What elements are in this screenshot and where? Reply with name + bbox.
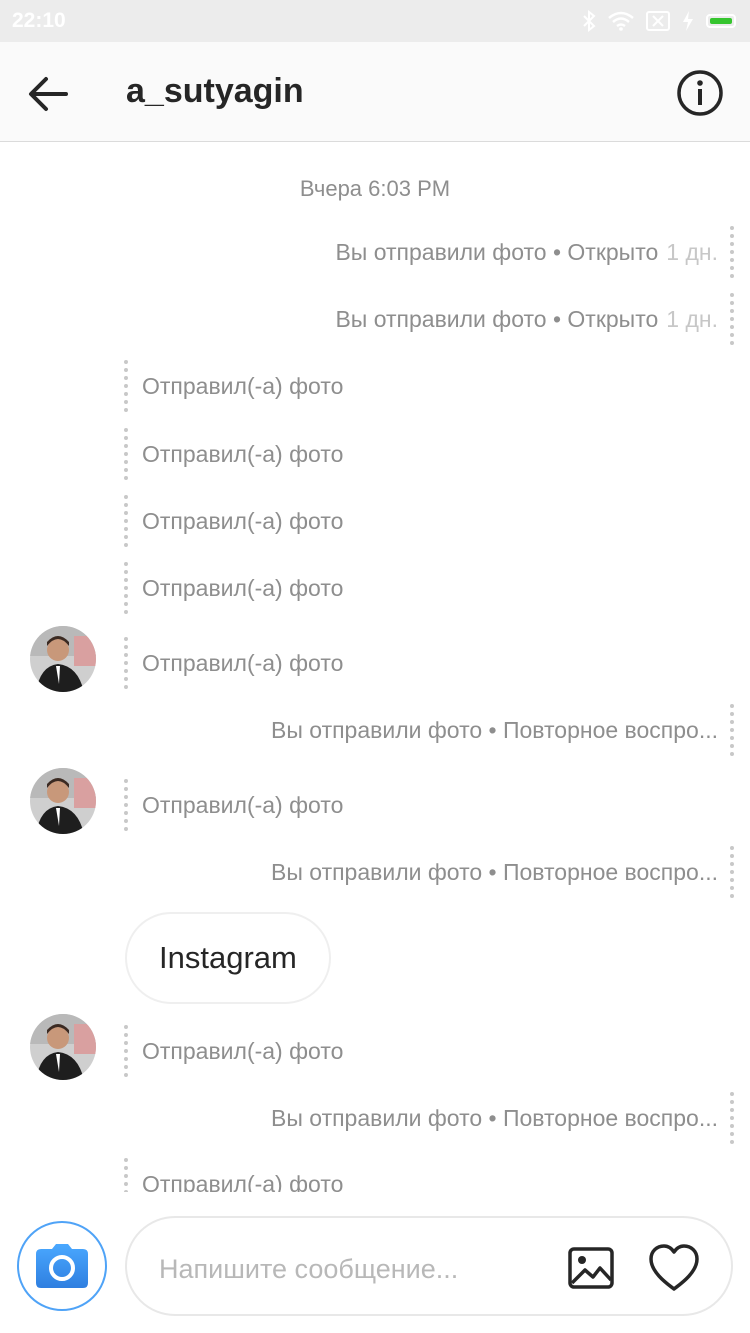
- back-button[interactable]: [24, 70, 72, 118]
- message-divider: [124, 428, 128, 480]
- message-text: Вы отправили фото • Открыто: [335, 305, 659, 332]
- avatar[interactable]: [30, 768, 96, 834]
- info-icon: [677, 70, 723, 116]
- sent-message[interactable]: Вы отправили фото • Повторное воспро...: [271, 1092, 734, 1144]
- avatar-photo: [30, 626, 96, 692]
- message-divider: [730, 226, 734, 278]
- received-message[interactable]: Отправил(-а) фото: [124, 360, 343, 412]
- received-message[interactable]: Отправил(-а) фото: [124, 1158, 343, 1192]
- message-text: Отправил(-а) фото: [142, 574, 344, 601]
- avatar-photo: [30, 768, 96, 834]
- message-text: Вы отправили фото • Повторное воспро...: [271, 858, 718, 885]
- received-message[interactable]: Отправил(-а) фото: [124, 637, 343, 689]
- charging-icon: [683, 11, 693, 31]
- message-age: 1 дн.: [666, 305, 718, 332]
- message-divider: [124, 1025, 128, 1077]
- gallery-button[interactable]: [567, 1244, 615, 1292]
- back-arrow-icon: [29, 77, 68, 111]
- info-button[interactable]: [675, 68, 725, 118]
- status-bar: 22:10: [0, 0, 750, 42]
- message-composer: [0, 1192, 750, 1333]
- message-age: 1 дн.: [666, 238, 718, 265]
- message-divider: [124, 1158, 128, 1192]
- message-text: Отправил(-а) фото: [142, 507, 344, 534]
- thread-timestamp: Вчера 6:03 PM: [299, 176, 451, 201]
- message-divider: [124, 360, 128, 412]
- message-text: Отправил(-а) фото: [142, 372, 344, 399]
- message-divider: [124, 637, 128, 689]
- status-time: 22:10: [12, 9, 66, 32]
- message-divider: [124, 495, 128, 547]
- text-message-bubble[interactable]: Instagram: [125, 912, 331, 1004]
- message-divider: [730, 1092, 734, 1144]
- message-text: Отправил(-а) фото: [142, 440, 344, 467]
- message-text: Вы отправили фото • Повторное воспро...: [271, 716, 718, 743]
- message-text: Отправил(-а) фото: [142, 1037, 344, 1064]
- message-text: Вы отправили фото • Открыто: [335, 238, 659, 265]
- received-message[interactable]: Отправил(-а) фото: [124, 779, 343, 831]
- message-text: Отправил(-а) фото: [142, 649, 344, 676]
- received-message[interactable]: Отправил(-а) фото: [124, 495, 343, 547]
- sent-message[interactable]: Вы отправили фото • Открыто 1 дн.: [335, 226, 734, 278]
- avatar[interactable]: [30, 1014, 96, 1080]
- message-input[interactable]: [157, 1246, 551, 1292]
- bluetooth-icon: [583, 10, 596, 32]
- sent-message[interactable]: Вы отправили фото • Открыто 1 дн.: [335, 293, 734, 345]
- message-text: Вы отправили фото • Повторное воспро...: [271, 1104, 718, 1131]
- heart-button[interactable]: [647, 1242, 701, 1294]
- camera-button[interactable]: [17, 1221, 107, 1311]
- message-divider: [124, 779, 128, 831]
- chat-header: a_sutyagin: [0, 42, 750, 142]
- message-divider: [730, 846, 734, 898]
- battery-icon: [706, 14, 736, 28]
- received-message[interactable]: Отправил(-а) фото: [124, 1025, 343, 1077]
- heart-icon: [649, 1244, 699, 1291]
- avatar-photo: [30, 1014, 96, 1080]
- message-divider: [730, 293, 734, 345]
- received-message[interactable]: Отправил(-а) фото: [124, 562, 343, 614]
- chat-title[interactable]: a_sutyagin: [126, 72, 304, 111]
- sent-message[interactable]: Вы отправили фото • Повторное воспро...: [271, 704, 734, 756]
- message-text: Отправил(-а) фото: [142, 1170, 344, 1193]
- gallery-icon: [568, 1247, 614, 1289]
- message-text: Отправил(-а) фото: [142, 791, 344, 818]
- wifi-icon: [608, 11, 634, 31]
- avatar[interactable]: [30, 626, 96, 692]
- message-thread[interactable]: Вчера 6:03 PM Вы отправили фото • Открыт…: [0, 142, 750, 1192]
- camera-icon: [36, 1244, 88, 1288]
- received-message[interactable]: Отправил(-а) фото: [124, 428, 343, 480]
- status-icons: [582, 9, 736, 33]
- no-sim-icon: [646, 11, 670, 31]
- message-divider: [124, 562, 128, 614]
- message-divider: [730, 704, 734, 756]
- message-input-wrapper: [125, 1216, 733, 1316]
- sent-message[interactable]: Вы отправили фото • Повторное воспро...: [271, 846, 734, 898]
